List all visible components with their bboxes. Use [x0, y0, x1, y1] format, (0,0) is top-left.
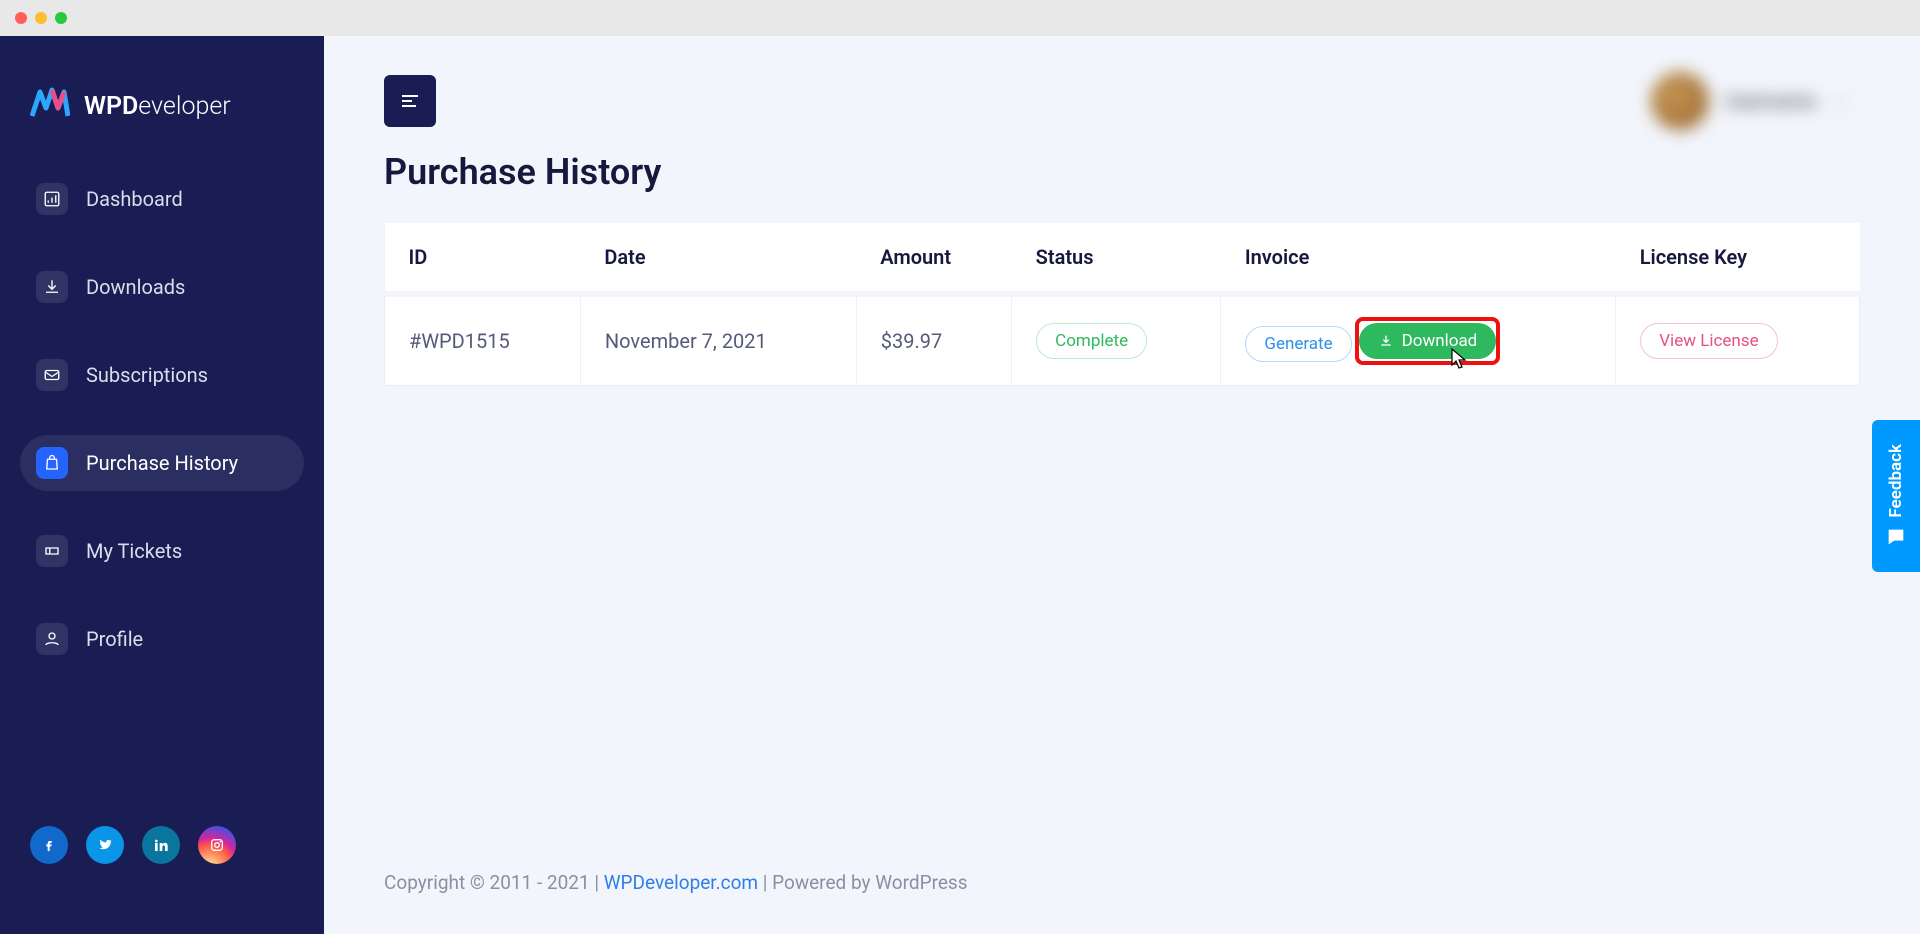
brand[interactable]: WPDeveloper	[0, 56, 324, 166]
cell-date: November 7, 2021	[580, 294, 856, 386]
sidebar-item-subscriptions[interactable]: Subscriptions	[20, 347, 304, 403]
sidebar: WPDeveloper Dashboard Downloads Subs	[0, 36, 324, 934]
window-close-dot[interactable]	[15, 12, 27, 24]
social-links	[0, 826, 324, 934]
sidebar-item-purchase-history[interactable]: Purchase History	[20, 435, 304, 491]
col-date: Date	[580, 223, 856, 294]
download-icon	[1378, 333, 1394, 349]
user-menu[interactable]: Username	[1637, 62, 1860, 140]
instagram-link[interactable]	[198, 826, 236, 864]
dashboard-icon	[36, 183, 68, 215]
col-license: License Key	[1616, 223, 1860, 294]
window-min-dot[interactable]	[35, 12, 47, 24]
sidebar-item-label: My Tickets	[86, 539, 182, 563]
col-invoice: Invoice	[1221, 223, 1616, 294]
avatar	[1651, 72, 1709, 130]
table-row: #WPD1515 November 7, 2021 $39.97 Complet…	[385, 294, 1860, 386]
user-name: Username	[1725, 89, 1816, 113]
toggle-sidebar-button[interactable]	[384, 75, 436, 127]
footer-copyright: Copyright © 2011 - 2021 |	[384, 871, 604, 894]
sidebar-item-label: Purchase History	[86, 451, 238, 475]
footer: Copyright © 2011 - 2021 | WPDeveloper.co…	[324, 853, 1920, 934]
download-invoice-button[interactable]: Download	[1359, 323, 1497, 359]
bag-icon	[36, 447, 68, 479]
chat-icon	[1885, 526, 1907, 548]
download-highlight: Download	[1357, 319, 1499, 363]
footer-link[interactable]: WPDeveloper.com	[604, 871, 758, 894]
feedback-tab[interactable]: Feedback	[1872, 420, 1920, 572]
browser-chrome	[0, 0, 1920, 36]
sidebar-item-label: Subscriptions	[86, 363, 208, 387]
col-status: Status	[1012, 223, 1221, 294]
facebook-link[interactable]	[30, 826, 68, 864]
sidebar-item-my-tickets[interactable]: My Tickets	[20, 523, 304, 579]
generate-invoice-button[interactable]: Generate	[1245, 326, 1351, 362]
ticket-icon	[36, 535, 68, 567]
window-max-dot[interactable]	[55, 12, 67, 24]
twitter-link[interactable]	[86, 826, 124, 864]
sidebar-item-profile[interactable]: Profile	[20, 611, 304, 667]
sidebar-item-label: Downloads	[86, 275, 185, 299]
view-license-button[interactable]: View License	[1640, 323, 1777, 359]
download-icon	[36, 271, 68, 303]
user-icon	[36, 623, 68, 655]
cell-id: #WPD1515	[385, 294, 581, 386]
col-amount: Amount	[856, 223, 1011, 294]
main-content: Username Purchase History ID Date Amount…	[324, 36, 1920, 934]
cursor-icon	[1448, 347, 1468, 371]
linkedin-link[interactable]	[142, 826, 180, 864]
status-badge: Complete	[1036, 323, 1147, 359]
col-id: ID	[385, 223, 581, 294]
table-header-row: ID Date Amount Status Invoice License Ke…	[385, 223, 1860, 294]
menu-icon	[398, 89, 422, 113]
brand-logo-icon	[30, 86, 70, 126]
footer-powered: | Powered by WordPress	[758, 871, 967, 894]
sidebar-item-downloads[interactable]: Downloads	[20, 259, 304, 315]
mail-icon	[36, 359, 68, 391]
sidebar-item-dashboard[interactable]: Dashboard	[20, 171, 304, 227]
cell-amount: $39.97	[856, 294, 1011, 386]
feedback-label: Feedback	[1886, 444, 1906, 518]
chevron-down-icon	[1832, 94, 1846, 108]
brand-text: WPDeveloper	[84, 92, 231, 121]
sidebar-item-label: Dashboard	[86, 187, 183, 211]
page-title: Purchase History	[384, 151, 1860, 193]
sidebar-item-label: Profile	[86, 627, 143, 651]
purchase-history-table: ID Date Amount Status Invoice License Ke…	[384, 223, 1860, 386]
